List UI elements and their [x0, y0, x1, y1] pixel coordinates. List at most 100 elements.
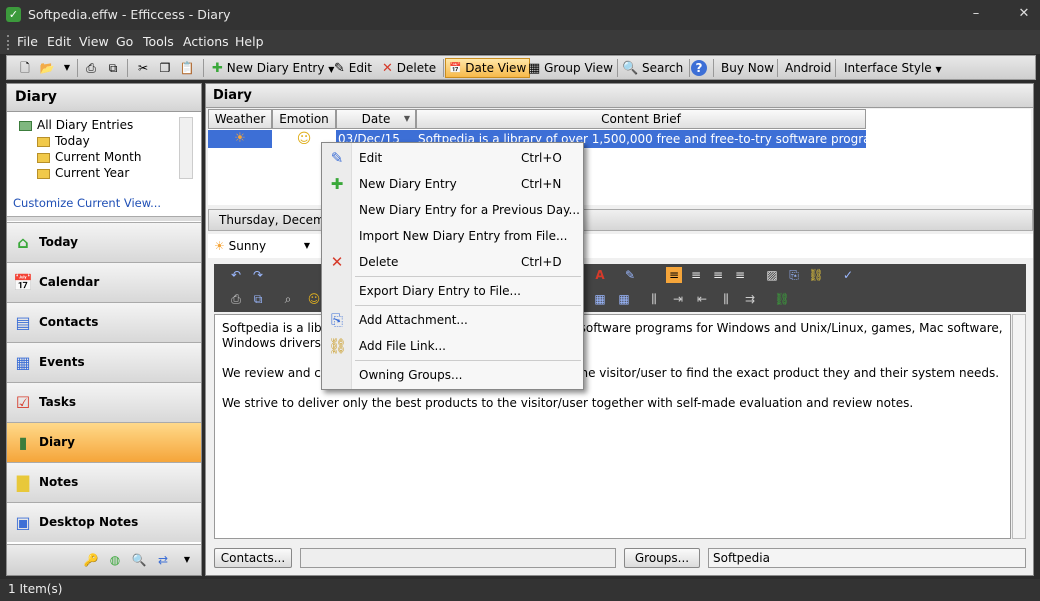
open-dropdown-icon[interactable]: ▼ [59, 60, 75, 76]
spellcheck-icon[interactable]: ✓ [840, 267, 856, 283]
table-grid-icon[interactable]: ▦ [616, 291, 632, 307]
tree-item-all-entries[interactable]: All Diary Entries [19, 118, 133, 132]
bottom-row: Contacts... Groups... Softpedia [208, 546, 1033, 570]
context-menu-new-diary-entry[interactable]: ✚ New Diary Entry Ctrl+N [322, 171, 583, 197]
contacts-button[interactable]: Contacts... [214, 548, 292, 568]
menu-actions[interactable]: Actions [183, 34, 229, 49]
key-icon[interactable]: 🔑 [83, 552, 99, 568]
menu-help[interactable]: Help [235, 34, 264, 49]
tree-scrollbar[interactable] [179, 117, 193, 179]
weather-sun-icon[interactable]: ☀ [208, 130, 272, 148]
font-color-icon[interactable]: A [592, 267, 608, 283]
nav-desktop-notes[interactable]: ▣ Desktop Notes [7, 502, 201, 542]
context-menu-edit[interactable]: ✎ Edit Ctrl+O [322, 145, 583, 171]
menu-tools[interactable]: Tools [143, 34, 174, 49]
menu-edit[interactable]: Edit [47, 34, 71, 49]
attachment-icon[interactable]: ⎘ [786, 267, 802, 283]
nav-calendar[interactable]: 📅 Calendar [7, 262, 201, 302]
toolbar-separator [443, 59, 444, 77]
column-content-brief[interactable]: Content Brief [416, 109, 866, 129]
group-view-button[interactable]: ▦ Group View [525, 58, 616, 78]
context-menu-add-attachment[interactable]: ⎘ Add Attachment... [322, 307, 583, 333]
menu-go[interactable]: Go [116, 34, 133, 49]
link-icon[interactable]: ⛓ [774, 291, 790, 307]
align-center-icon[interactable]: ≡ [688, 267, 704, 283]
android-button[interactable]: Android [782, 58, 834, 78]
row-insert-icon[interactable]: ⇥ [670, 291, 686, 307]
context-menu-import[interactable]: Import New Diary Entry from File... [322, 223, 583, 249]
buy-now-button[interactable]: Buy Now [718, 58, 777, 78]
print-preview-icon[interactable]: ⧉ [105, 60, 121, 76]
nav-contacts[interactable]: ▤ Contacts [7, 302, 201, 342]
column-date[interactable]: Date ▼ [336, 109, 416, 129]
chevron-down-icon[interactable]: ▼ [179, 552, 195, 568]
redo-icon[interactable]: ↷ [250, 267, 266, 283]
paste-icon[interactable]: 📋 [179, 60, 195, 76]
justify-icon[interactable]: ≡ [732, 267, 748, 283]
date-view-button[interactable]: 📅 Date View [445, 58, 531, 78]
minimize-button[interactable]: – [966, 5, 986, 23]
new-diary-entry-button[interactable]: ✚ New Diary Entry ▼ [209, 58, 337, 78]
nav-notes[interactable]: ▇ Notes [7, 462, 201, 502]
tree-item-current-year[interactable]: Current Year [37, 166, 129, 180]
nav-today[interactable]: ⌂ Today [7, 222, 201, 262]
delete-button[interactable]: ✕ Delete [379, 58, 439, 78]
contacts-field[interactable] [300, 548, 616, 568]
globe-icon[interactable]: ◍ [107, 552, 123, 568]
context-menu-add-file-link[interactable]: ⛓ Add File Link... [322, 333, 583, 359]
edit-button[interactable]: ✎ Edit [331, 58, 375, 78]
new-file-icon[interactable]: 🗋 [17, 60, 33, 76]
cut-icon[interactable]: ✂ [135, 60, 151, 76]
row-delete-icon[interactable]: ⇤ [694, 291, 710, 307]
split-icon[interactable]: ⇉ [742, 291, 758, 307]
interface-style-button[interactable]: Interface Style ▼ [841, 58, 945, 78]
close-button[interactable]: ✕ [1014, 5, 1034, 23]
align-left-icon[interactable]: ≡ [666, 267, 682, 283]
menu-view[interactable]: View [79, 34, 109, 49]
nav-events[interactable]: ▦ Events [7, 342, 201, 382]
highlight-icon[interactable]: ✎ [622, 267, 638, 283]
preview-icon[interactable]: ⧉ [250, 291, 266, 307]
merge-icon[interactable]: ⫼ [718, 291, 734, 307]
column-emotion[interactable]: Emotion [272, 109, 336, 129]
weather-select[interactable]: ☀ Sunny ▼ [214, 236, 314, 256]
print-icon[interactable]: ⎙ [83, 60, 99, 76]
toolbar-separator [777, 59, 778, 77]
print-icon[interactable]: ⎙ [228, 291, 244, 307]
main-toolbar: 🗋 📂 ▼ ⎙ ⧉ ✂ ❐ 📋 ✚ New Diary Entry ▼ ✎ Ed… [6, 55, 1036, 80]
context-menu: ✎ Edit Ctrl+O ✚ New Diary Entry Ctrl+N New D… [321, 142, 584, 390]
insert-image-icon[interactable]: ▨ [764, 267, 780, 283]
search-button[interactable]: 🔍 Search [619, 58, 686, 78]
groups-button[interactable]: Groups... [624, 548, 700, 568]
context-menu-export[interactable]: Export Diary Entry to File... [322, 278, 583, 304]
toolbar-separator [203, 59, 204, 77]
chevron-down-icon: ▼ [303, 241, 310, 250]
open-folder-icon[interactable]: 📂 [39, 60, 55, 76]
align-right-icon[interactable]: ≡ [710, 267, 726, 283]
file-link-icon[interactable]: ⛓ [808, 267, 824, 283]
search-icon[interactable]: 🔍 [131, 552, 147, 568]
customize-view-link[interactable]: Customize Current View... [13, 196, 161, 210]
find-icon[interactable]: ⌕ [280, 291, 296, 307]
nav-diary[interactable]: ▮ Diary [7, 422, 201, 462]
editor-scrollbar[interactable] [1012, 314, 1026, 539]
calendar-icon: 📅 [449, 62, 462, 74]
undo-icon[interactable]: ↶ [228, 267, 244, 283]
sync-icon[interactable]: ⇄ [155, 552, 171, 568]
help-icon[interactable]: ? [691, 60, 707, 76]
context-menu-new-previous-day[interactable]: New Diary Entry for a Previous Day... [322, 197, 583, 223]
copy-icon[interactable]: ❐ [157, 60, 173, 76]
groups-field[interactable]: Softpedia [708, 548, 1026, 568]
table-icon[interactable]: ▦ [592, 291, 608, 307]
column-icon[interactable]: ⫼ [646, 291, 662, 307]
tree-item-current-month[interactable]: Current Month [37, 150, 142, 164]
context-menu-delete[interactable]: ✕ Delete Ctrl+D [322, 249, 583, 275]
nav-tasks[interactable]: ☑ Tasks [7, 382, 201, 422]
menu-file[interactable]: File [17, 34, 38, 49]
toolbar-separator [689, 59, 690, 77]
column-weather[interactable]: Weather [208, 109, 272, 129]
emoticon-icon[interactable]: ☺ [306, 291, 322, 307]
splitter[interactable] [7, 216, 201, 221]
tree-item-today[interactable]: Today [37, 134, 90, 148]
context-menu-owning-groups[interactable]: Owning Groups... [322, 362, 583, 388]
